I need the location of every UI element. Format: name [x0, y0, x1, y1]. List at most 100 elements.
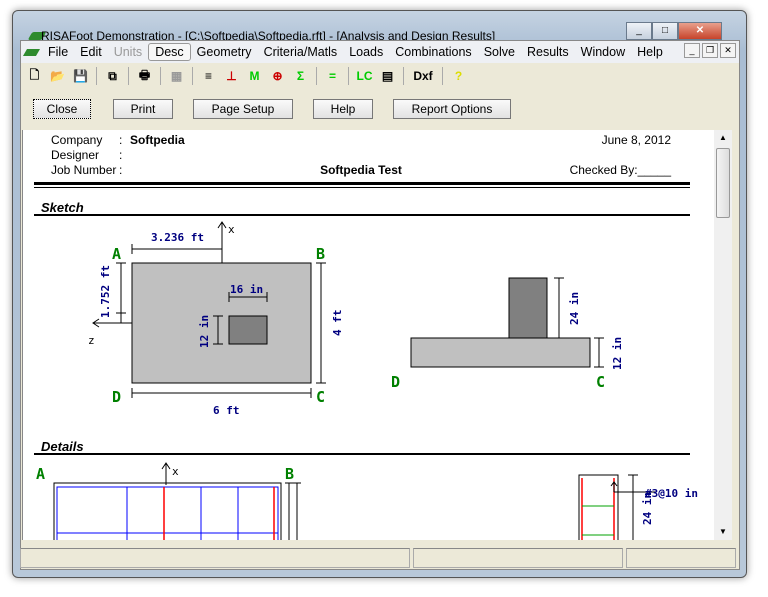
- print-button[interactable]: Print: [113, 99, 173, 119]
- load-icon[interactable]: ⊕: [268, 67, 287, 86]
- z-axis-arrow: [92, 318, 132, 328]
- pedestal-height-label: 24 in: [568, 292, 581, 325]
- sketch-heading: Sketch: [41, 200, 84, 215]
- toolbar-separator: [160, 67, 161, 85]
- menu-solve[interactable]: Solve: [478, 44, 521, 60]
- text-lines-icon[interactable]: ≡: [199, 67, 218, 86]
- menu-window[interactable]: Window: [575, 44, 631, 60]
- load-combination-icon[interactable]: LC: [355, 67, 374, 86]
- print-icon[interactable]: 🖶: [135, 67, 154, 86]
- elev-point-c-label: C: [596, 373, 605, 391]
- rebar-line: [163, 487, 275, 540]
- menu-geometry[interactable]: Geometry: [191, 44, 258, 60]
- open-folder-icon[interactable]: 📂: [48, 67, 67, 86]
- status-pane: [20, 548, 410, 568]
- menu-results[interactable]: Results: [521, 44, 575, 60]
- status-pane: [413, 548, 623, 568]
- mdi-restore-button[interactable]: ❐: [702, 43, 718, 58]
- job-number-label: Job Number: [51, 163, 116, 177]
- x-axis-label: x: [228, 223, 235, 236]
- header-rule: [34, 182, 690, 185]
- company-label: Company: [51, 133, 102, 147]
- page-setup-button[interactable]: Page Setup: [193, 99, 293, 119]
- doc-icon: [22, 49, 41, 56]
- pedestal-length-label: 12 in: [198, 315, 211, 348]
- pedestal-elevation: [508, 277, 548, 339]
- geometry-icon[interactable]: ⊥: [222, 67, 241, 86]
- moment-icon[interactable]: M: [245, 67, 264, 86]
- sum-icon[interactable]: Σ: [291, 67, 310, 86]
- detail-point-a-label: A: [36, 465, 45, 483]
- scroll-thumb[interactable]: [716, 148, 730, 218]
- rebar-line: [581, 478, 615, 540]
- scroll-up-arrow-icon[interactable]: ▲: [714, 130, 732, 146]
- footing-thickness-label: 12 in: [611, 337, 624, 370]
- menu-units[interactable]: Units: [108, 44, 148, 60]
- menu-help[interactable]: Help: [631, 44, 669, 60]
- report-button-row: Close Print Page Setup Help Report Optio…: [21, 89, 739, 129]
- toolbar-separator: [442, 67, 443, 85]
- details-heading: Details: [41, 439, 84, 454]
- new-file-icon[interactable]: 🗋: [25, 67, 44, 86]
- point-c-label: C: [316, 388, 325, 406]
- units-icon[interactable]: ▦: [167, 67, 186, 86]
- scroll-down-arrow-icon[interactable]: ▼: [714, 524, 732, 540]
- section-rule: [34, 214, 690, 216]
- footing-length-label: 4 ft: [331, 310, 344, 337]
- menu-desc[interactable]: Desc: [148, 43, 191, 61]
- help-icon[interactable]: ?: [449, 67, 468, 86]
- maximize-button[interactable]: □: [652, 22, 678, 40]
- copy-icon[interactable]: ⧉: [103, 67, 122, 86]
- mdi-minimize-button[interactable]: _: [684, 43, 700, 58]
- close-button[interactable]: Close: [33, 99, 91, 119]
- report-options-button[interactable]: Report Options: [393, 99, 511, 119]
- detail-height-label: 24 in: [641, 492, 654, 525]
- detail-x-axis-arrow: [161, 462, 171, 485]
- menu-edit[interactable]: Edit: [74, 44, 108, 60]
- toolbar: 🗋 📂 💾 ⧉ 🖶 ▦ ≡ ⊥ M ⊕ Σ = LC ▤ Dxf ?: [21, 64, 739, 88]
- help-button[interactable]: Help: [313, 99, 373, 119]
- detail-x-axis-label: x: [172, 465, 179, 478]
- point-b-label: B: [316, 245, 325, 263]
- menu-bar: File Edit Units Desc Geometry Criteria/M…: [21, 41, 739, 63]
- status-pane: [626, 548, 736, 568]
- checked-by: Checked By:_____: [570, 163, 672, 177]
- dim-line: [554, 277, 564, 339]
- dim-line: [131, 244, 222, 254]
- x-axis-arrow: [217, 221, 227, 263]
- company-value: Softpedia: [130, 133, 185, 147]
- dim-line: [628, 474, 638, 540]
- menu-loads[interactable]: Loads: [343, 44, 389, 60]
- pedestal-plan: [228, 315, 268, 345]
- toolbar-separator: [192, 67, 193, 85]
- toolbar-separator: [348, 67, 349, 85]
- vertical-scrollbar[interactable]: ▲ ▼: [714, 130, 732, 540]
- detail-plan-outline: [53, 482, 282, 540]
- status-bar: [20, 548, 740, 570]
- toolbar-separator: [96, 67, 97, 85]
- report-icon[interactable]: ▤: [378, 67, 397, 86]
- dim-line: [131, 388, 312, 398]
- toolbar-separator: [316, 67, 317, 85]
- save-icon[interactable]: 💾: [71, 67, 90, 86]
- menu-criteria[interactable]: Criteria/Matls: [258, 44, 344, 60]
- dxf-icon[interactable]: Dxf: [410, 67, 436, 86]
- point-a-label: A: [112, 245, 121, 263]
- menu-combinations[interactable]: Combinations: [389, 44, 477, 60]
- dim-line: [594, 337, 604, 368]
- footing-plan: [131, 262, 312, 384]
- menu-file[interactable]: File: [42, 44, 74, 60]
- mdi-close-button[interactable]: ✕: [720, 43, 736, 58]
- minimize-button[interactable]: _: [626, 22, 652, 40]
- report-title: Softpedia Test: [320, 163, 402, 177]
- footing-width-label: 6 ft: [213, 404, 240, 417]
- report-drawing: Company : Softpedia Designer : Job Numbe…: [34, 133, 698, 540]
- z-axis-label: z: [88, 334, 95, 347]
- equals-icon[interactable]: =: [323, 67, 342, 86]
- detail-point-b-label: B: [285, 465, 294, 483]
- dim-z-label: 1.752 ft: [99, 265, 112, 318]
- close-window-button[interactable]: ✕: [678, 22, 722, 40]
- toolbar-separator: [403, 67, 404, 85]
- rebar-line: [57, 487, 278, 540]
- report-date: June 8, 2012: [602, 133, 672, 147]
